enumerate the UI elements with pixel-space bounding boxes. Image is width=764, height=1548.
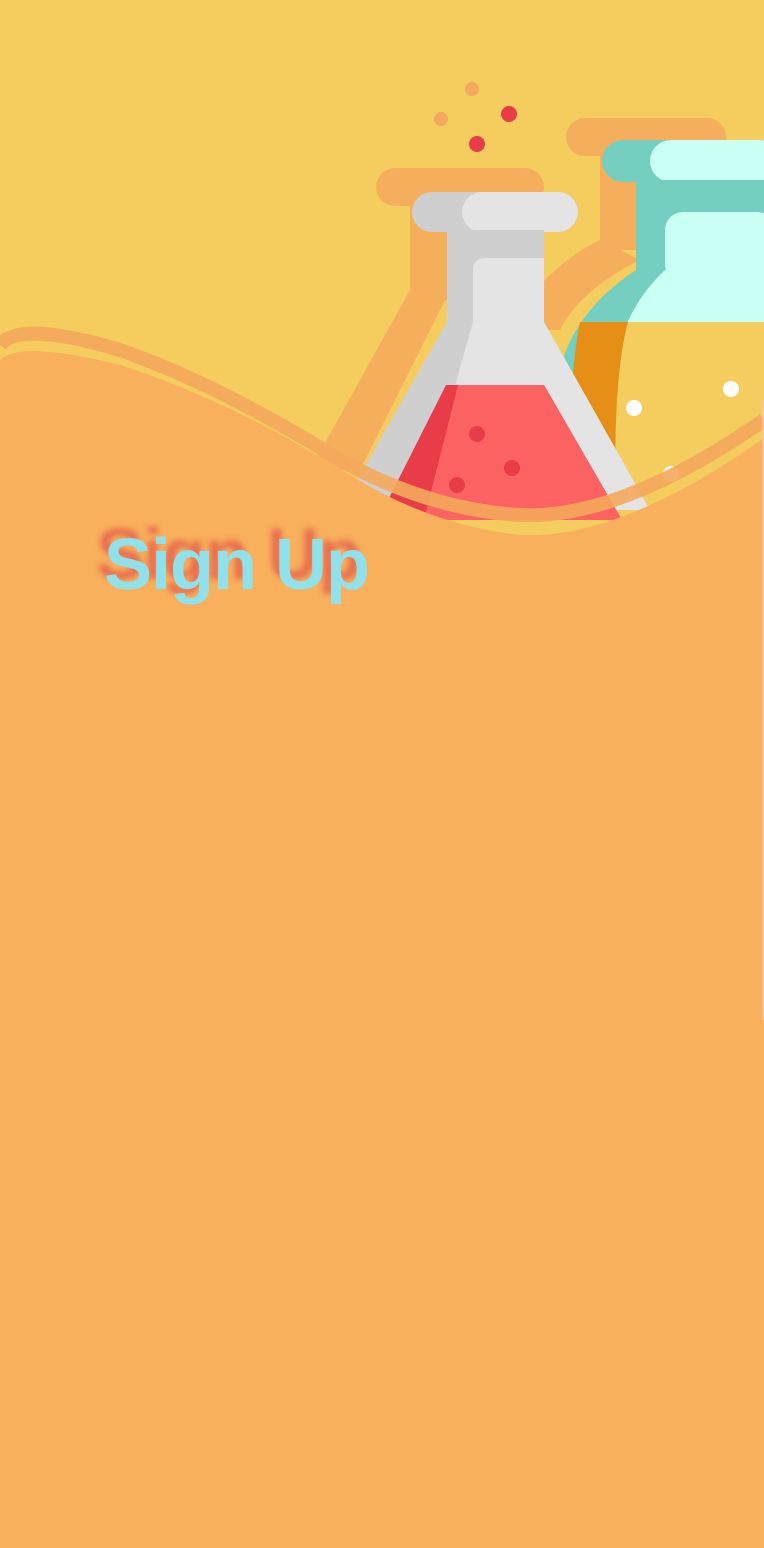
signup-screen: Sign Up — [0, 0, 764, 1548]
page-title: Sign Up — [104, 525, 370, 605]
page-title-container: Sign Up — [104, 520, 370, 610]
